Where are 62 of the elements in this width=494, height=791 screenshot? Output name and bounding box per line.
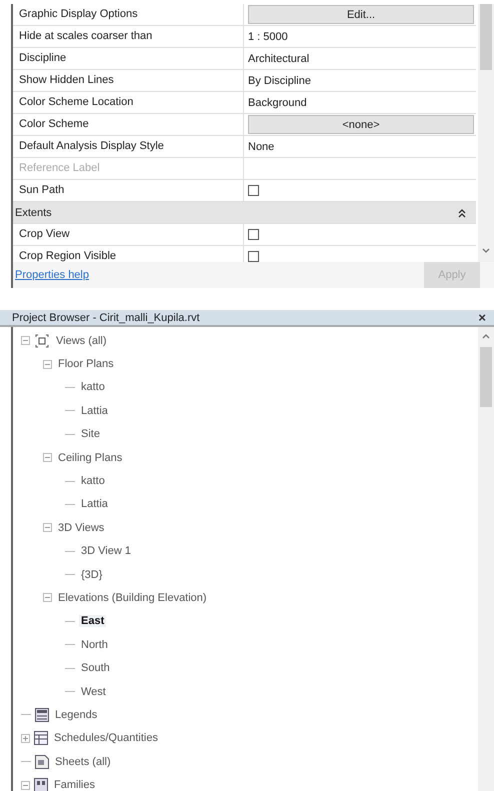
property-value[interactable]: Architectural (248, 52, 310, 64)
scroll-down-icon[interactable] (482, 248, 490, 254)
property-name: Color Scheme Location (13, 92, 244, 113)
tree-item[interactable]: Schedules/Quantities (52, 732, 160, 744)
property-name: Graphic Display Options (13, 4, 244, 25)
property-name: Color Scheme (13, 114, 244, 135)
panel-title: Project Browser - Cirit_malli_Kupila.rvt (12, 312, 200, 324)
legend-icon (35, 708, 49, 722)
tree-item[interactable]: Views (all) (54, 334, 109, 347)
tree-item[interactable]: Legends (53, 708, 100, 721)
group-header[interactable]: Extents (13, 202, 476, 224)
tree-item[interactable]: Ceiling Plans (56, 452, 124, 464)
property-name: Discipline (13, 48, 244, 69)
checkbox[interactable] (248, 185, 259, 196)
value-button[interactable]: Edit... (248, 5, 474, 24)
sheet-icon (35, 754, 49, 769)
checkbox[interactable] (248, 229, 259, 240)
property-value[interactable]: By Discipline (248, 74, 311, 86)
property-name: Reference Label (13, 158, 244, 179)
tree-item[interactable]: Families (52, 779, 97, 791)
scrollbar[interactable] (478, 327, 494, 791)
tree-item[interactable]: 3D Views (56, 522, 106, 534)
family-icon (34, 778, 48, 791)
expander-icon[interactable] (43, 523, 52, 532)
property-name: Default Analysis Display Style (13, 136, 244, 157)
tree-item[interactable]: South (79, 662, 112, 674)
tree-item[interactable]: West (79, 686, 108, 698)
property-name: Hide at scales coarser than (13, 26, 244, 47)
scroll-thumb[interactable] (480, 347, 492, 407)
expander-icon[interactable] (43, 593, 52, 602)
scrollbar[interactable] (478, 4, 494, 262)
tree-item[interactable]: 3D View 1 (79, 545, 133, 558)
property-name: Sun Path (13, 180, 244, 201)
views-icon (34, 334, 50, 348)
expander-icon[interactable] (21, 780, 30, 790)
checkbox[interactable] (248, 251, 259, 262)
tree-item[interactable]: {3D} (79, 568, 104, 581)
expander-icon[interactable] (43, 453, 52, 462)
tree-item[interactable]: katto (79, 381, 107, 394)
expander-icon[interactable] (43, 360, 52, 369)
property-name: Show Hidden Lines (13, 70, 244, 91)
property-value[interactable]: 1 : 5000 (248, 30, 288, 42)
tree-item[interactable]: katto (79, 475, 107, 488)
tree-item[interactable]: Elevations (Building Elevation) (56, 592, 209, 604)
property-name: Crop View (13, 224, 244, 245)
properties-help-link[interactable]: Properties help (15, 269, 89, 281)
scroll-thumb[interactable] (480, 4, 492, 70)
value-button[interactable]: <none> (248, 115, 474, 134)
expander-icon[interactable] (21, 734, 30, 743)
property-value[interactable]: Background (248, 96, 307, 108)
scroll-up-icon[interactable] (482, 333, 490, 339)
tree-item[interactable]: Site (79, 428, 102, 440)
tree-item[interactable]: Sheets (all) (53, 756, 113, 768)
tree-item[interactable]: Lattia (79, 498, 110, 510)
expander-icon[interactable] (21, 336, 30, 346)
property-value[interactable]: None (248, 140, 274, 152)
tree-item[interactable]: Floor Plans (56, 358, 116, 370)
tree-item[interactable]: North (79, 638, 110, 651)
close-button[interactable]: × (476, 310, 488, 325)
tree-item[interactable]: East (79, 615, 106, 628)
tree-item[interactable]: Lattia (79, 404, 110, 417)
table-icon (34, 731, 48, 746)
